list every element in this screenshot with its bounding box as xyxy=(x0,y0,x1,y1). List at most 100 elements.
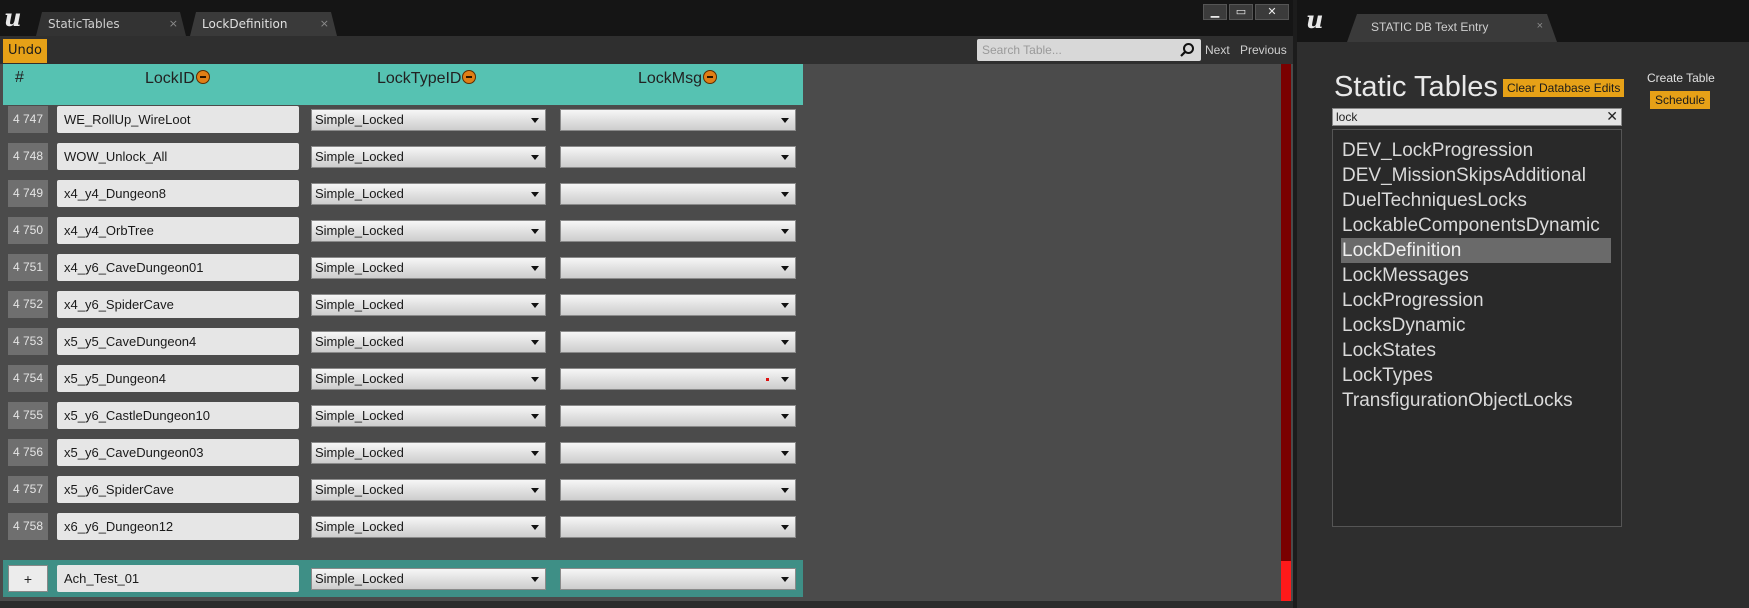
lockid-field[interactable]: x4_y6_SpiderCave xyxy=(57,291,299,318)
tab-static-db-text-entry[interactable]: STATIC DB Text Entry × xyxy=(1347,14,1557,42)
lockmsg-dropdown[interactable] xyxy=(560,368,796,390)
lockid-field[interactable]: x4_y4_Dungeon8 xyxy=(57,180,299,207)
vertical-scrollbar[interactable] xyxy=(1281,64,1291,601)
locktype-dropdown[interactable]: Simple_Locked xyxy=(311,442,546,464)
clear-database-edits-button[interactable]: Clear Database Edits xyxy=(1503,79,1625,97)
lockid-field[interactable]: x4_y4_OrbTree xyxy=(57,217,299,244)
lockid-field[interactable]: x5_y5_Dungeon4 xyxy=(57,365,299,392)
chevron-down-icon xyxy=(531,414,539,419)
column-header-lockmsg[interactable]: LockMsg xyxy=(638,69,718,88)
chevron-down-icon xyxy=(781,525,789,530)
lockmsg-dropdown[interactable] xyxy=(560,146,796,168)
table-filter-input[interactable] xyxy=(1333,109,1593,125)
lockmsg-dropdown[interactable] xyxy=(560,294,796,316)
chevron-down-icon xyxy=(531,577,539,582)
row-number: 4 755 xyxy=(8,402,48,429)
new-lockid-field[interactable]: Ach_Test_01 xyxy=(57,565,299,592)
locktype-dropdown[interactable]: Simple_Locked xyxy=(311,294,546,316)
clear-filter-icon[interactable]: ✕ xyxy=(1606,109,1618,125)
table-row: 4 755 x5_y6_CastleDungeon10 Simple_Locke… xyxy=(3,397,803,434)
chevron-down-icon xyxy=(781,303,789,308)
column-header-locktypeid[interactable]: LockTypeID xyxy=(377,69,477,88)
lockid-field[interactable]: x4_y6_CaveDungeon01 xyxy=(57,254,299,281)
table-row: 4 748 WOW_Unlock_All Simple_Locked xyxy=(3,138,803,175)
create-table-label: Create Table xyxy=(1647,71,1715,85)
tab-label: StaticTables xyxy=(48,17,120,31)
lockmsg-dropdown[interactable] xyxy=(560,183,796,205)
list-item-selected[interactable]: LockDefinition xyxy=(1341,238,1611,263)
lockmsg-dropdown[interactable] xyxy=(560,331,796,353)
sort-icon[interactable] xyxy=(462,70,477,84)
table-header: # LockID LockTypeID LockMsg xyxy=(3,64,803,105)
table-row: 4 757 x5_y6_SpiderCave Simple_Locked xyxy=(3,471,803,508)
locktype-dropdown[interactable]: Simple_Locked xyxy=(311,183,546,205)
table-search-input[interactable] xyxy=(977,39,1177,61)
lockid-field[interactable]: x5_y6_SpiderCave xyxy=(57,476,299,503)
locktype-dropdown[interactable]: Simple_Locked xyxy=(311,516,546,538)
next-button[interactable]: Next xyxy=(1205,43,1230,57)
list-item[interactable]: LocksDynamic xyxy=(1341,313,1611,338)
new-row: + Ach_Test_01 Simple_Locked xyxy=(3,560,803,597)
table-row: 4 758 x6_y6_Dungeon12 Simple_Locked xyxy=(3,508,803,545)
table-toolbar: Undo xyxy=(0,36,1293,64)
tab-close-icon[interactable]: × xyxy=(320,17,329,30)
schedule-button[interactable]: Schedule xyxy=(1650,91,1711,109)
undo-button[interactable]: Undo xyxy=(3,39,47,63)
lockmsg-dropdown[interactable] xyxy=(560,479,796,501)
locktype-dropdown[interactable]: Simple_Locked xyxy=(311,479,546,501)
lockmsg-dropdown[interactable] xyxy=(560,442,796,464)
chevron-down-icon xyxy=(531,525,539,530)
locktype-dropdown[interactable]: Simple_Locked xyxy=(311,368,546,390)
locktype-dropdown[interactable]: Simple_Locked xyxy=(311,257,546,279)
lockid-field[interactable]: x5_y6_CastleDungeon10 xyxy=(57,402,299,429)
sort-icon[interactable] xyxy=(703,70,718,84)
previous-button[interactable]: Previous xyxy=(1240,43,1287,57)
list-item[interactable]: DEV_LockProgression xyxy=(1341,138,1611,163)
sort-icon[interactable] xyxy=(195,70,210,84)
tab-static-tables[interactable]: StaticTables × xyxy=(36,12,186,36)
list-item[interactable]: LockMessages xyxy=(1341,263,1611,288)
locktype-dropdown[interactable]: Simple_Locked xyxy=(311,405,546,427)
lockid-field[interactable]: WOW_Unlock_All xyxy=(57,143,299,170)
modified-marker-icon xyxy=(766,378,769,381)
lockmsg-dropdown[interactable] xyxy=(560,109,796,131)
chevron-down-icon xyxy=(781,488,789,493)
locktype-dropdown[interactable]: Simple_Locked xyxy=(311,146,546,168)
tab-label: STATIC DB Text Entry xyxy=(1371,20,1489,34)
table-row: 4 754 x5_y5_Dungeon4 Simple_Locked xyxy=(3,360,803,397)
lockmsg-dropdown[interactable] xyxy=(560,516,796,538)
new-lockmsg-dropdown[interactable] xyxy=(560,568,796,590)
locktype-dropdown[interactable]: Simple_Locked xyxy=(311,109,546,131)
search-icon[interactable] xyxy=(1179,42,1195,58)
scrollbar-thumb[interactable] xyxy=(1281,561,1291,601)
lockmsg-dropdown[interactable] xyxy=(560,405,796,427)
lockid-field[interactable]: WE_RollUp_WireLoot xyxy=(57,106,299,133)
locktype-dropdown[interactable]: Simple_Locked xyxy=(311,331,546,353)
list-item[interactable]: LockTypes xyxy=(1341,363,1611,388)
list-item[interactable]: DEV_MissionSkipsAdditional xyxy=(1341,163,1611,188)
list-item[interactable]: TransfigurationObjectLocks xyxy=(1341,388,1611,413)
add-row-button[interactable]: + xyxy=(8,565,48,592)
locktype-dropdown[interactable]: Simple_Locked xyxy=(311,220,546,242)
list-item[interactable]: LockableComponentsDynamic xyxy=(1341,213,1611,238)
list-item[interactable]: LockStates xyxy=(1341,338,1611,363)
tab-close-icon[interactable]: × xyxy=(169,17,178,30)
column-header-lockid[interactable]: LockID xyxy=(145,69,210,88)
lockid-field[interactable]: x5_y6_CaveDungeon03 xyxy=(57,439,299,466)
close-window-button[interactable]: ✕ xyxy=(1255,4,1289,20)
chevron-down-icon xyxy=(531,229,539,234)
lockmsg-dropdown[interactable] xyxy=(560,220,796,242)
chevron-down-icon xyxy=(781,266,789,271)
tab-close-icon[interactable]: × xyxy=(1537,20,1543,32)
row-number: 4 748 xyxy=(8,143,48,170)
list-item[interactable]: DuelTechniquesLocks xyxy=(1341,188,1611,213)
minimize-button[interactable]: ▁ xyxy=(1203,4,1227,20)
list-item[interactable]: LockProgression xyxy=(1341,288,1611,313)
lockid-field[interactable]: x5_y5_CaveDungeon4 xyxy=(57,328,299,355)
maximize-button[interactable]: ▭ xyxy=(1229,4,1253,20)
lockmsg-dropdown[interactable] xyxy=(560,257,796,279)
lockid-field[interactable]: x6_y6_Dungeon12 xyxy=(57,513,299,540)
chevron-down-icon xyxy=(781,229,789,234)
tab-lock-definition[interactable]: LockDefinition × xyxy=(190,12,337,36)
new-locktype-dropdown[interactable]: Simple_Locked xyxy=(311,568,546,590)
